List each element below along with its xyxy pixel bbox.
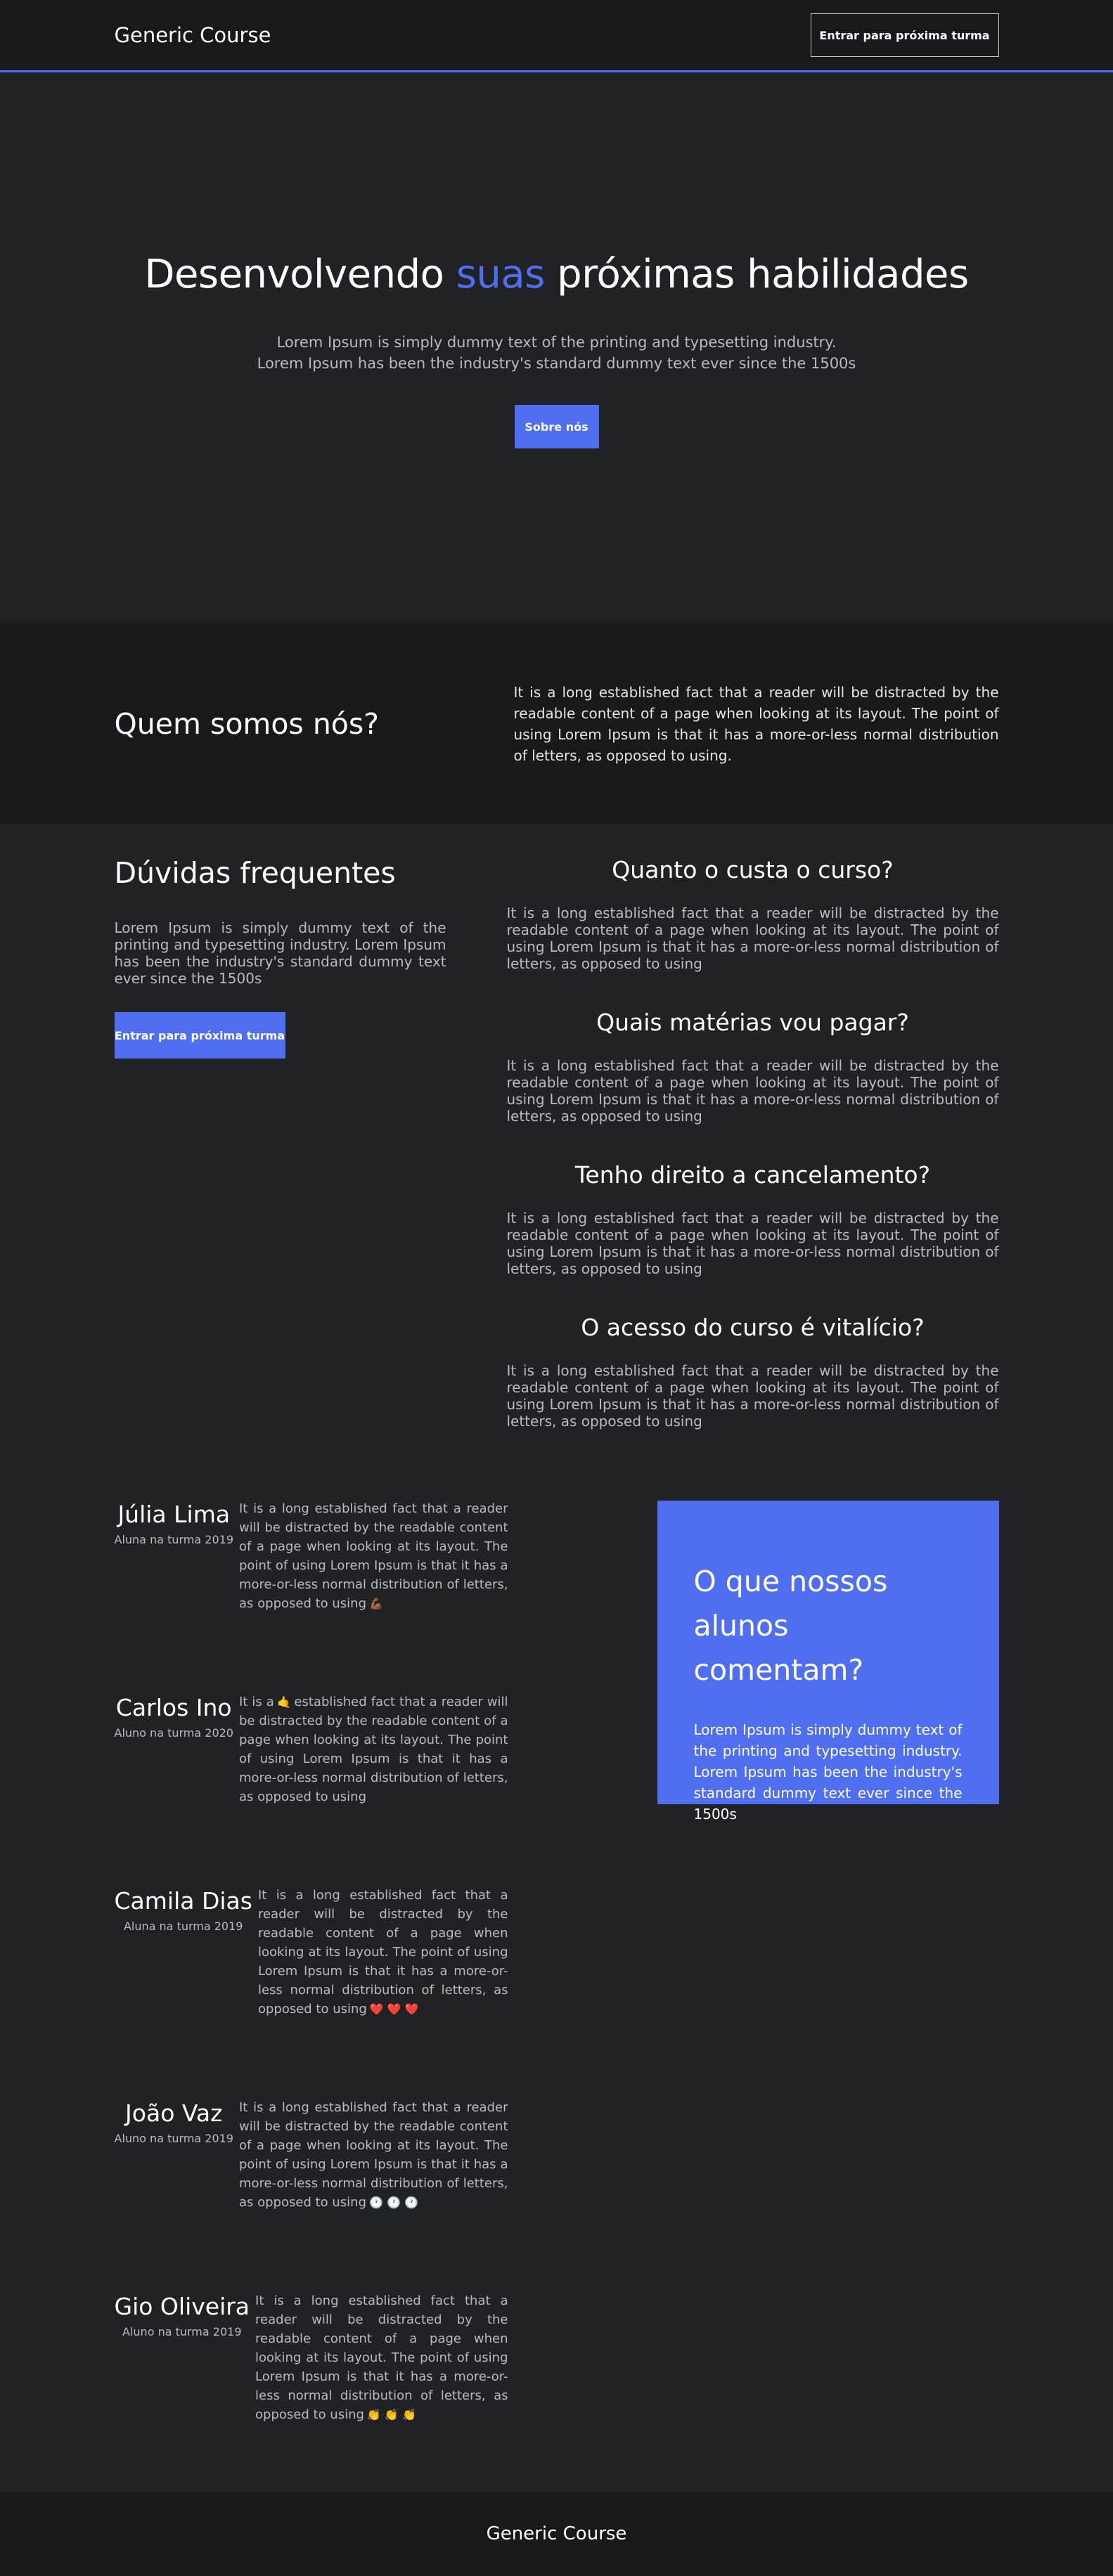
hero-section: Desenvolvendo suas próximas habilidades …: [0, 72, 1113, 623]
testimonial-body-prefix: It is a: [238, 1695, 274, 1709]
hero-title-accent: suas: [456, 252, 546, 297]
faq-list: Quanto o custa o curso? It is a long est…: [507, 856, 999, 1466]
testimonial-cohort: Aluna na turma 2019: [123, 1920, 243, 1933]
clapping-hands-icon: 👏 👏 👏: [366, 2408, 416, 2421]
testimonial-author: Júlia Lima Aluna na turma 2019: [115, 1501, 240, 1546]
join-next-class-button[interactable]: Entrar para próxima turma: [810, 13, 999, 57]
about-section: Quem somos nós? It is a long established…: [0, 623, 1113, 824]
faq-answer: It is a long established fact that a rea…: [506, 1362, 999, 1430]
testimonial-item: Carlos Ino Aluno na turma 2020 It is a 🤙 e…: [115, 1694, 508, 1806]
testimonial-text: It is a long established fact that a rea…: [239, 1499, 508, 1613]
testimonial-name: Júlia Lima: [117, 1501, 231, 1528]
faq-question: O acesso do curso é vitalício?: [581, 1314, 925, 1341]
heart-icon: ❤️ ❤️ ❤️: [369, 2002, 419, 2016]
testimonial-text: It is a long established fact that a rea…: [255, 2291, 508, 2424]
testimonial-body: established fact that a reader will be d…: [238, 1695, 508, 1804]
faq-item: Quanto o custa o curso? It is a long est…: [507, 856, 999, 972]
hero-lead-line-1: Lorem Ipsum is simply dummy text of the …: [276, 334, 837, 351]
testimonial-cohort: Aluno na turma 2020: [114, 1726, 233, 1740]
site-footer: Generic Course: [0, 2492, 1113, 2576]
testimonial-item: Júlia Lima Aluna na turma 2019 It is a l…: [115, 1501, 508, 1613]
footer-logo[interactable]: Generic Course: [487, 2523, 627, 2544]
testimonial-list: Júlia Lima Aluna na turma 2019 It is a l…: [115, 1501, 508, 2424]
call-me-hand-icon: 🤙: [276, 1695, 292, 1709]
hero-title: Desenvolvendo suas próximas habilidades: [0, 251, 1113, 298]
hero-title-start: Desenvolvendo: [144, 252, 456, 297]
faq-join-next-class-button[interactable]: Entrar para próxima turma: [114, 1012, 285, 1059]
testimonials-section: Júlia Lima Aluna na turma 2019 It is a l…: [0, 1466, 1113, 2492]
faq-question: Quais matérias vou pagar?: [596, 1009, 909, 1036]
faq-item: O acesso do curso é vitalício? It is a l…: [507, 1314, 999, 1430]
faq-question: Quanto o custa o curso?: [612, 856, 894, 884]
testimonial-body: It is a long established fact that a rea…: [238, 2100, 508, 2210]
testimonial-body: It is a long established fact that a rea…: [255, 2293, 508, 2422]
faq-title: Dúvidas frequentes: [114, 856, 396, 890]
testimonial-text: It is a long established fact that a rea…: [239, 2098, 508, 2212]
testimonial-item: Gio Oliveira Aluno na turma 2019 It is a…: [115, 2293, 508, 2424]
hero-title-end: próximas habilidades: [544, 252, 969, 297]
clock-icon: 🕐 🕐 🕐: [369, 2196, 418, 2209]
faq-intro-text: Lorem Ipsum is simply dummy text of the …: [114, 919, 446, 987]
testimonial-name: Camila Dias: [114, 1887, 252, 1915]
testimonial-author: João Vaz Aluno na turma 2019: [115, 2099, 239, 2145]
testimonial-author: Camila Dias Aluna na turma 2019: [115, 1887, 258, 1933]
flexed-arm-icon: 💪🏾: [369, 1597, 383, 1610]
header-logo[interactable]: Generic Course: [115, 23, 271, 47]
faq-section: Dúvidas frequentes Lorem Ipsum is simply…: [0, 824, 1113, 1466]
testimonial-text: It is a long established fact that a rea…: [258, 1886, 508, 2019]
testimonial-text: It is a 🤙 established fact that a reader w…: [239, 1692, 508, 1806]
testimonial-cohort: Aluno na turma 2019: [122, 2325, 242, 2338]
hero-lead: Lorem Ipsum is simply dummy text of the …: [0, 332, 1113, 374]
testimonial-name: Carlos Ino: [115, 1694, 232, 1721]
testimonials-card-title: O que nossos alunos comentam?: [693, 1565, 888, 1687]
about-title: Quem somos nós?: [114, 706, 380, 741]
about-text: It is a long established fact that a rea…: [513, 683, 999, 764]
testimonial-name: Gio Oliveira: [114, 2293, 250, 2320]
faq-answer: It is a long established fact that a rea…: [506, 905, 999, 972]
testimonial-body: It is a long established fact that a rea…: [239, 1501, 508, 1611]
faq-question: Tenho direito a cancelamento?: [574, 1161, 931, 1189]
testimonial-item: Camila Dias Aluna na turma 2019 It is a …: [115, 1887, 508, 2019]
faq-item: Quais matérias vou pagar? It is a long e…: [507, 1009, 999, 1125]
faq-answer: It is a long established fact that a rea…: [506, 1210, 999, 1277]
faq-intro: Dúvidas frequentes Lorem Ipsum is simply…: [114, 856, 446, 1466]
about-us-button[interactable]: Sobre nós: [514, 405, 599, 449]
faq-item: Tenho direito a cancelamento? It is a lo…: [507, 1161, 999, 1277]
testimonials-highlight-card: O que nossos alunos comentam? Lorem Ipsu…: [657, 1501, 999, 1823]
faq-answer: It is a long established fact that a rea…: [506, 1057, 999, 1125]
testimonial-name: João Vaz: [125, 2099, 223, 2127]
testimonial-author: Gio Oliveira Aluno na turma 2019: [115, 2293, 256, 2338]
testimonials-card-text: Lorem Ipsum is simply dummy text of the …: [693, 1721, 963, 1823]
testimonial-item: João Vaz Aluno na turma 2019 It is a lon…: [115, 2099, 508, 2212]
testimonial-author: Carlos Ino Aluno na turma 2020: [115, 1694, 239, 1740]
testimonial-body: It is a long established fact that a rea…: [257, 1888, 508, 2017]
testimonial-cohort: Aluno na turma 2019: [114, 2132, 233, 2145]
testimonial-cohort: Aluna na turma 2019: [114, 1533, 234, 1546]
hero-lead-line-2: Lorem Ipsum has been the industry's stan…: [257, 355, 856, 373]
site-header: Generic Course Entrar para próxima turma: [0, 0, 1113, 72]
